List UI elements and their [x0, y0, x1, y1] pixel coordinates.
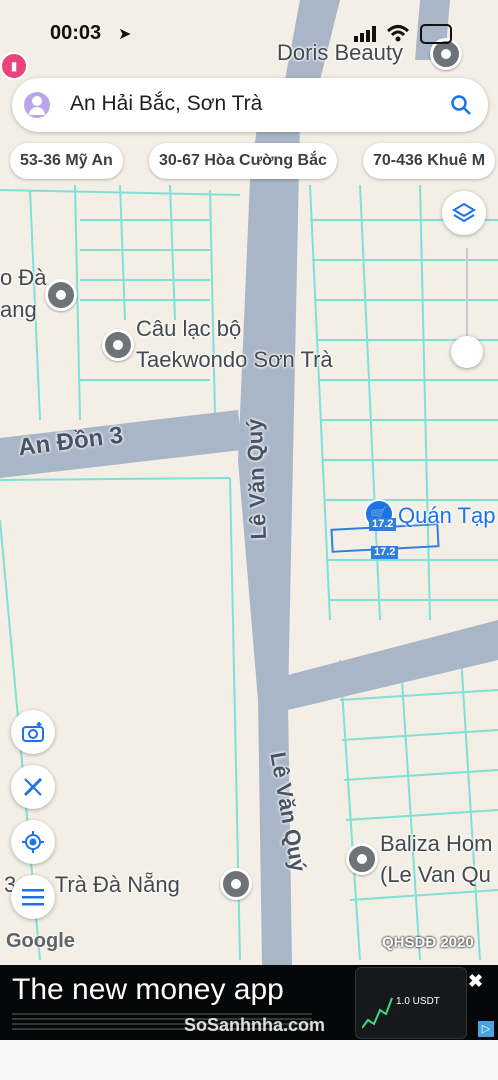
search-icon[interactable] [450, 94, 472, 116]
menu-button[interactable] [11, 875, 55, 919]
location-arrow-icon: ➤ [118, 26, 132, 43]
place-label-club-line1[interactable]: Câu lạc bộ [136, 316, 241, 342]
lot-label: 17.2 [371, 546, 399, 559]
place-label-baliza-line2[interactable]: (Le Van Qu [380, 862, 491, 888]
camera-button[interactable] [11, 710, 55, 754]
avatar-icon[interactable] [24, 92, 50, 118]
road-label-le-van-quy-upper: Lê Văn Quý [241, 418, 271, 540]
signal-icon [354, 26, 376, 42]
layers-icon [452, 202, 476, 223]
chip-my-an[interactable]: 53-36 Mỹ An [10, 143, 123, 179]
google-logo: Google [6, 930, 75, 952]
locate-button[interactable] [11, 820, 55, 864]
ad-watermark: SoSanhnha.com [184, 1015, 326, 1035]
ad-banner[interactable]: The new money app SoSanhnha.com 1.0 USDT… [0, 965, 498, 1040]
close-icon[interactable]: ✖ [468, 971, 483, 992]
lot-label: 17.2 [369, 518, 397, 531]
status-time: 00:03 [50, 22, 102, 44]
layers-button[interactable] [442, 191, 486, 235]
measure-icon [23, 777, 43, 797]
ad-chart-image [362, 997, 393, 1029]
ad-price-tag: 1.0 USDT [396, 996, 440, 1007]
chip-hoa-cuong-bac[interactable]: 30-67 Hòa Cường Bắc [149, 143, 337, 179]
layer-caption: QHSDĐ 2020 [382, 934, 474, 951]
bottom-bar [0, 1040, 498, 1080]
zoom-slider-handle[interactable] [451, 336, 483, 368]
hotel-icon[interactable]: ▮ [0, 52, 28, 80]
place-pin-icon[interactable] [346, 843, 378, 875]
chip-khue-my[interactable]: 70-436 Khuê M [363, 143, 496, 179]
search-input[interactable]: An Hải Bắc, Sơn Trà [70, 92, 262, 116]
status-bar: 00:03 ➤ [0, 22, 498, 48]
battery-icon [420, 24, 452, 44]
place-label-left-line1[interactable]: o Đà [0, 265, 46, 291]
wifi-icon [386, 25, 410, 42]
locate-icon [22, 831, 44, 853]
place-label-baliza-line1[interactable]: Baliza Hom [380, 831, 492, 857]
place-pin-icon[interactable] [45, 279, 77, 311]
search-bar[interactable]: An Hải Bắc, Sơn Trà [12, 78, 488, 132]
ad-headline[interactable]: The new money app [12, 973, 284, 1007]
ad-phone-image: 1.0 USDT [355, 967, 467, 1039]
place-label-left-line2[interactable]: ang [0, 297, 37, 323]
camera-icon [22, 722, 44, 742]
ad-info-icon[interactable]: ▷ [478, 1021, 494, 1037]
place-label-quan-tap[interactable]: Quán Tạp [398, 503, 495, 529]
place-pin-icon[interactable] [102, 329, 134, 361]
measure-button[interactable] [11, 765, 55, 809]
place-label-club-line2[interactable]: Taekwondo Sơn Trà [136, 347, 333, 373]
menu-icon [22, 889, 44, 906]
place-pin-icon[interactable] [220, 868, 252, 900]
